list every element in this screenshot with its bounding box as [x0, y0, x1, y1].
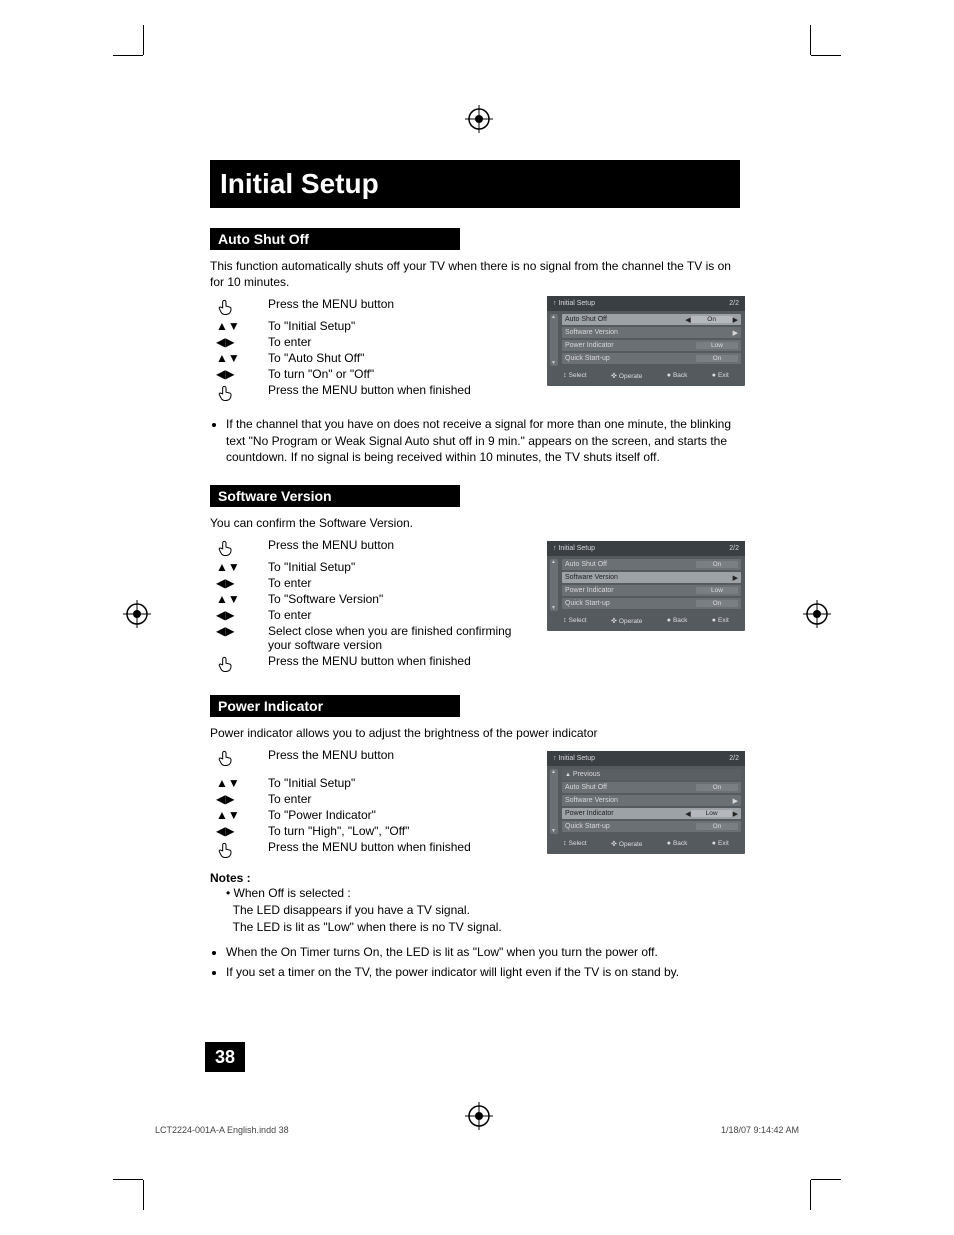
- osd-footer: Select Operate Back Exit: [547, 369, 745, 380]
- osd-row-auto-shut-off: Auto Shut Off◀On▶: [562, 314, 741, 325]
- crop-mark: [810, 1180, 811, 1210]
- hand-press-icon: [210, 840, 266, 860]
- steps-power-indicator: Press the MENU button ▲▼To "Initial Setu…: [210, 747, 740, 867]
- note-text: The LED is lit as "Low" when there is no…: [233, 920, 502, 934]
- step-text: Press the MENU button when finished: [266, 654, 740, 668]
- hand-press-icon: [210, 297, 266, 317]
- leftright-arrows-icon: ◀▶: [210, 608, 266, 622]
- section-intro: You can confirm the Software Version.: [210, 515, 740, 531]
- section-intro: This function automatically shuts off yo…: [210, 258, 740, 290]
- crop-mark: [811, 55, 841, 56]
- osd-row-software-version: Software Version▶: [562, 327, 741, 338]
- page-title: Initial Setup: [210, 160, 740, 208]
- section-heading-software-version: Software Version: [210, 485, 460, 507]
- updown-arrows-icon: ▲▼: [210, 319, 266, 333]
- osd-page: 2/2: [729, 755, 739, 762]
- osd-row-software-version: Software Version▶: [562, 572, 741, 583]
- bullet-list: If the channel that you have on does not…: [210, 416, 740, 465]
- bullet-list: When the On Timer turns On, the LED is l…: [210, 944, 740, 980]
- osd-screenshot-software-version: ↑ Initial Setup2/2 Auto Shut OffOn Softw…: [547, 541, 745, 631]
- footer-timestamp: 1/18/07 9:14:42 AM: [721, 1125, 799, 1135]
- page-content: Initial Setup Auto Shut Off This functio…: [210, 160, 740, 984]
- bullet-item: If the channel that you have on does not…: [226, 416, 740, 465]
- registration-mark-icon: [803, 600, 831, 628]
- osd-scrollbar: [550, 559, 558, 611]
- osd-page: 2/2: [729, 300, 739, 307]
- step-text: Select close when you are finished confi…: [266, 624, 516, 652]
- osd-row-auto-shut-off: Auto Shut OffOn: [562, 782, 741, 793]
- section-intro: Power indicator allows you to adjust the…: [210, 725, 740, 741]
- osd-title-text: Initial Setup: [558, 300, 595, 307]
- crop-mark: [113, 55, 143, 56]
- notes-block: • When Off is selected : The LED disappe…: [210, 885, 740, 935]
- updown-arrows-icon: ▲▼: [210, 351, 266, 365]
- leftright-arrows-icon: ◀▶: [210, 335, 266, 349]
- bullet-item: When the On Timer turns On, the LED is l…: [226, 944, 740, 960]
- note-text: When Off is selected :: [234, 886, 351, 900]
- crop-mark: [810, 25, 811, 55]
- steps-auto-shut-off: Press the MENU button ▲▼To "Initial Setu…: [210, 296, 740, 416]
- notes-heading: Notes :: [210, 871, 740, 885]
- osd-row-power-indicator: Power IndicatorLow: [562, 585, 741, 596]
- footer-filename: LCT2224-001A-A English.indd 38: [155, 1125, 289, 1135]
- crop-mark: [811, 1179, 841, 1180]
- osd-row-quick-startup: Quick Start-upOn: [562, 821, 741, 832]
- osd-screenshot-power-indicator: ↑ Initial Setup2/2 ▲ Previous Auto Shut …: [547, 751, 745, 854]
- osd-row-software-version: Software Version▶: [562, 795, 741, 806]
- bullet-item: If you set a timer on the TV, the power …: [226, 964, 740, 980]
- crop-mark: [143, 1180, 144, 1210]
- osd-footer: Select Operate Back Exit: [547, 614, 745, 625]
- registration-mark-icon: [465, 105, 493, 133]
- osd-row-auto-shut-off: Auto Shut OffOn: [562, 559, 741, 570]
- steps-software-version: Press the MENU button ▲▼To "Initial Setu…: [210, 537, 740, 675]
- section-heading-auto-shut-off: Auto Shut Off: [210, 228, 460, 250]
- leftright-arrows-icon: ◀▶: [210, 624, 266, 638]
- updown-arrows-icon: ▲▼: [210, 776, 266, 790]
- hand-press-icon: [210, 383, 266, 403]
- section-heading-power-indicator: Power Indicator: [210, 695, 460, 717]
- osd-screenshot-auto-shut-off: ↑ Initial Setup2/2 Auto Shut Off◀On▶ Sof…: [547, 296, 745, 386]
- note-text: The LED disappears if you have a TV sign…: [233, 903, 470, 917]
- osd-row-power-indicator: Power Indicator◀Low▶: [562, 808, 741, 819]
- osd-row-power-indicator: Power IndicatorLow: [562, 340, 741, 351]
- osd-row-previous: ▲ Previous: [562, 769, 741, 780]
- updown-arrows-icon: ▲▼: [210, 560, 266, 574]
- registration-mark-icon: [123, 600, 151, 628]
- hand-press-icon: [210, 538, 266, 558]
- leftright-arrows-icon: ◀▶: [210, 824, 266, 838]
- page-number: 38: [205, 1042, 245, 1072]
- osd-title-text: Initial Setup: [558, 545, 595, 552]
- osd-scrollbar: [550, 769, 558, 834]
- osd-row-quick-startup: Quick Start-upOn: [562, 598, 741, 609]
- updown-arrows-icon: ▲▼: [210, 808, 266, 822]
- crop-mark: [113, 1179, 143, 1180]
- crop-mark: [143, 25, 144, 55]
- osd-scrollbar: [550, 314, 558, 366]
- print-footer: LCT2224-001A-A English.indd 38 1/18/07 9…: [155, 1125, 799, 1135]
- leftright-arrows-icon: ◀▶: [210, 792, 266, 806]
- leftright-arrows-icon: ◀▶: [210, 576, 266, 590]
- leftright-arrows-icon: ◀▶: [210, 367, 266, 381]
- hand-press-icon: [210, 654, 266, 674]
- hand-press-icon: [210, 748, 266, 768]
- osd-row-quick-startup: Quick Start-upOn: [562, 353, 741, 364]
- osd-footer: Select Operate Back Exit: [547, 837, 745, 848]
- osd-title-text: Initial Setup: [558, 755, 595, 762]
- osd-page: 2/2: [729, 545, 739, 552]
- updown-arrows-icon: ▲▼: [210, 592, 266, 606]
